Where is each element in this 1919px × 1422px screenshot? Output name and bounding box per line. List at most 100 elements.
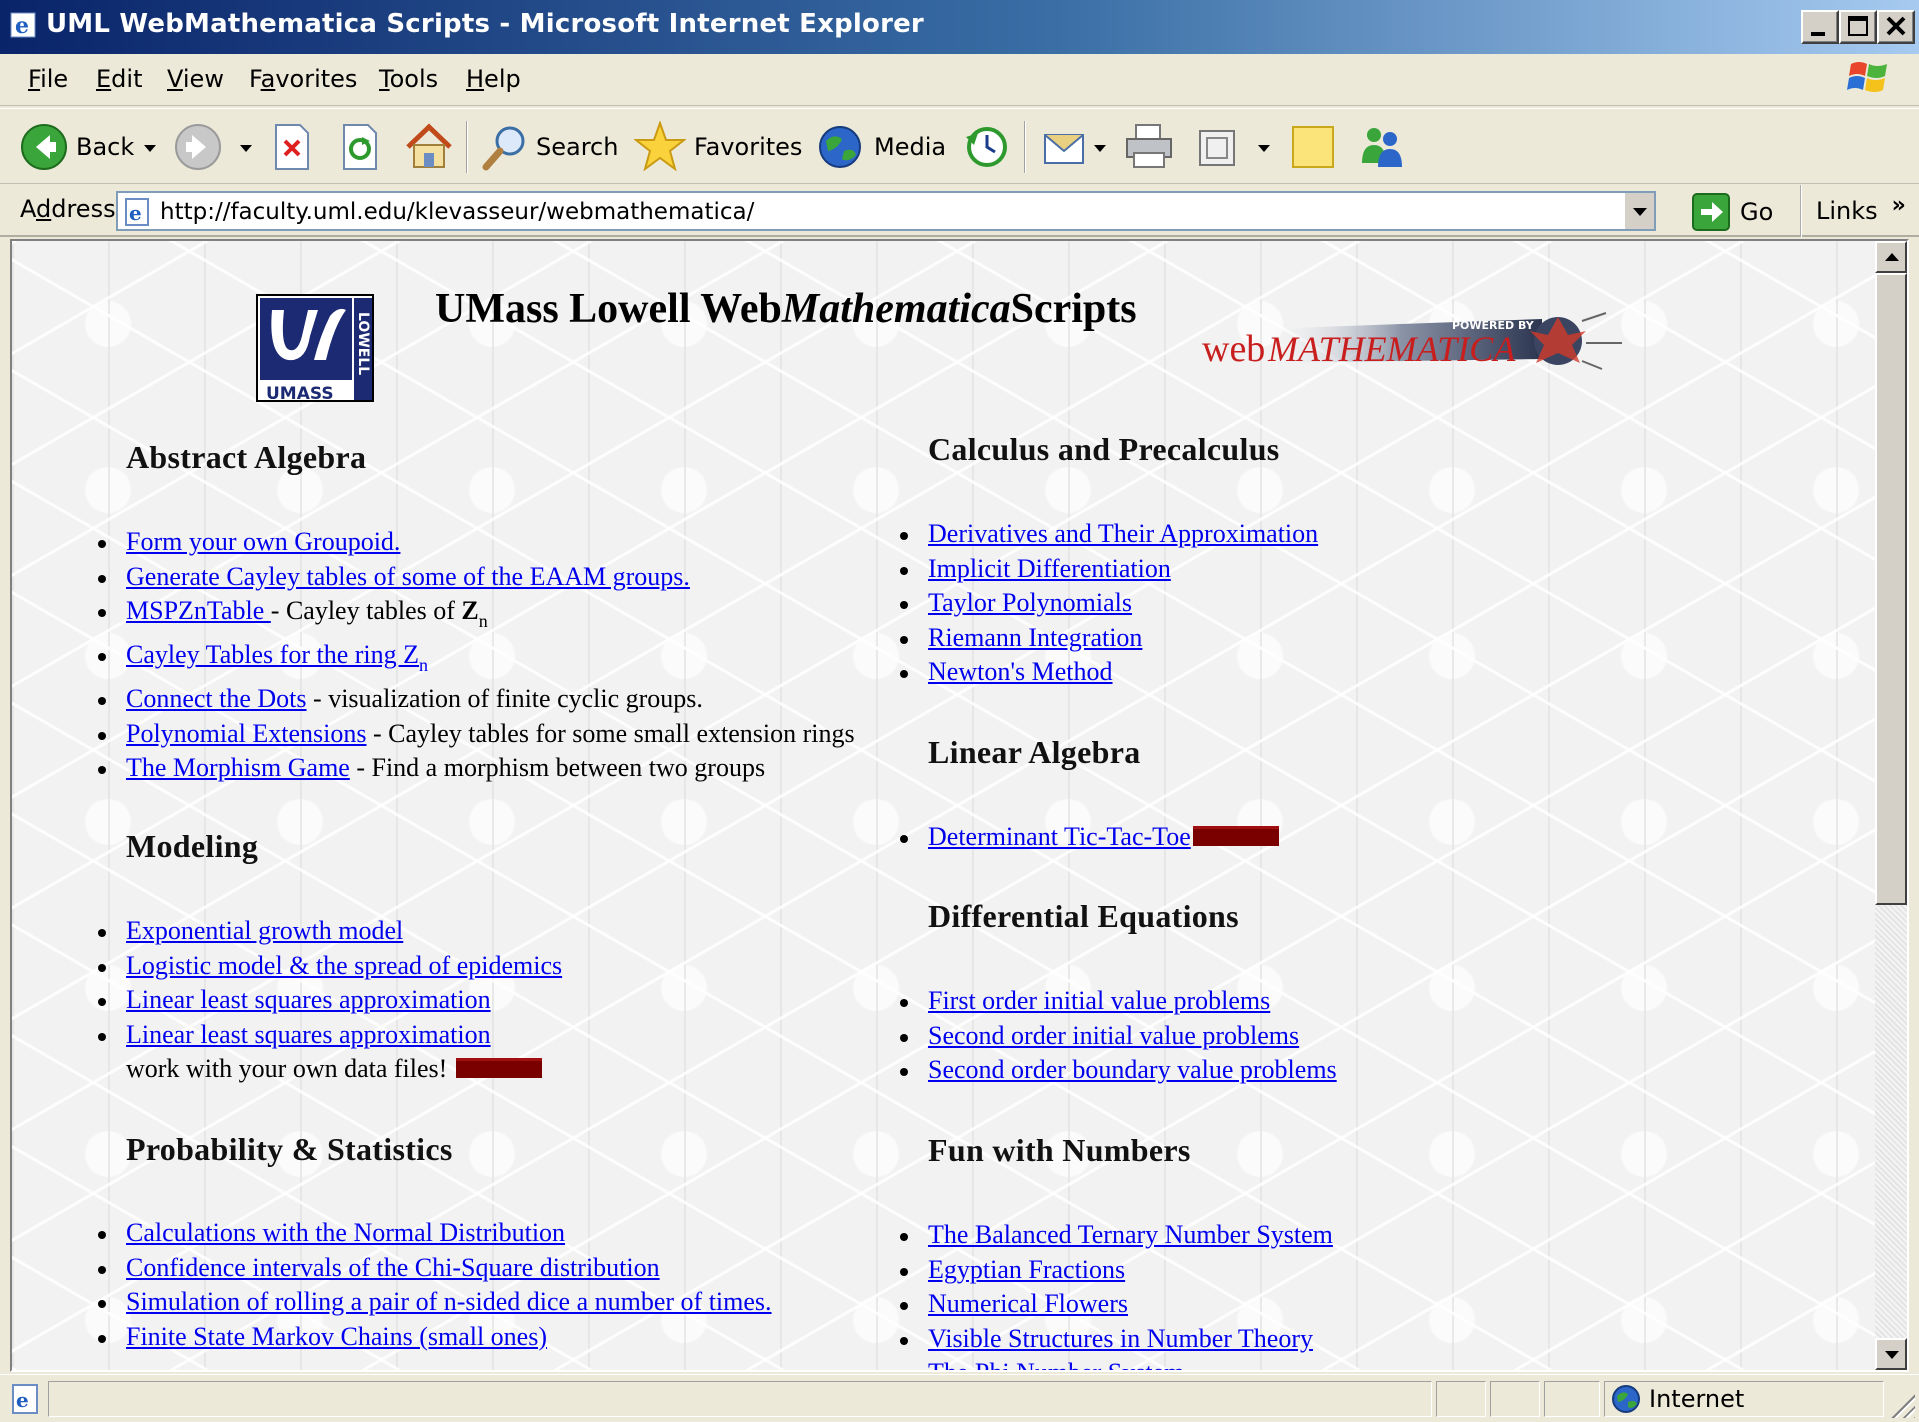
edit-button[interactable] (1196, 123, 1240, 171)
back-dropdown-icon[interactable] (144, 145, 156, 152)
link-chi-square[interactable]: Confidence intervals of the Chi-Square d… (126, 1253, 660, 1282)
link-visible-structures[interactable]: Visible Structures in Number Theory (928, 1324, 1313, 1353)
home-button[interactable] (404, 123, 454, 171)
forward-button[interactable] (174, 123, 222, 171)
menu-tools-key: T (379, 65, 390, 93)
scroll-down-icon[interactable] (1875, 1338, 1907, 1370)
menu-help[interactable]: Help (466, 65, 521, 93)
list-item: MSPZnTable - Cayley tables of Zn (98, 594, 855, 638)
link-exponential-growth[interactable]: Exponential growth model (126, 916, 403, 945)
mail-dropdown-icon[interactable] (1094, 145, 1106, 152)
back-button[interactable]: Back (20, 123, 134, 171)
link-connect-dots[interactable]: Connect the Dots (126, 684, 307, 713)
list-item: Logistic model & the spread of epidemics (97, 949, 562, 984)
menu-file-label: ile (40, 65, 69, 93)
heading-linear-algebra: Linear Algebra (928, 734, 1141, 770)
forward-dropdown-icon[interactable] (240, 145, 252, 152)
link-taylor-polynomials[interactable]: Taylor Polynomials (928, 588, 1132, 617)
stop-button[interactable] (272, 123, 312, 171)
star-icon (634, 121, 686, 172)
link-newtons-method[interactable]: Newton's Method (928, 657, 1113, 686)
forward-arrow-icon (175, 124, 221, 170)
link-morphism-game[interactable]: The Morphism Game (126, 753, 350, 782)
links-toolbar[interactable]: Links » (1800, 185, 1906, 237)
go-label: Go (1740, 198, 1774, 226)
link-groupoid[interactable]: Form your own Groupoid. (126, 527, 400, 556)
print-button[interactable] (1124, 123, 1174, 171)
title-bar[interactable]: e UML WebMathematica Scripts - Microsoft… (0, 0, 1919, 54)
scroll-thumb[interactable] (1875, 273, 1907, 905)
scroll-up-icon[interactable] (1875, 241, 1907, 273)
search-button[interactable]: Search (482, 123, 618, 171)
link-implicit-differentiation[interactable]: Implicit Differentiation (928, 554, 1171, 583)
fun-numbers-list: The Balanced Ternary Number System Egypt… (900, 1218, 1333, 1370)
heading-calculus: Calculus and Precalculus (928, 431, 1280, 467)
resize-grip-icon[interactable] (1889, 1392, 1915, 1418)
discuss-button[interactable] (1290, 123, 1336, 171)
menu-file[interactable]: File (28, 65, 68, 93)
link-normal-distribution[interactable]: Calculations with the Normal Distributio… (126, 1218, 565, 1247)
page-title-italic: Mathematica (781, 286, 1011, 332)
new-badge-icon (1192, 826, 1279, 847)
links-label: Links (1816, 197, 1878, 225)
menu-edit[interactable]: Edit (96, 65, 142, 93)
close-button[interactable] (1877, 10, 1915, 44)
list-item: Polynomial Extensions - Cayley tables fo… (98, 717, 855, 752)
list-item: The Morphism Game - Find a morphism betw… (98, 751, 855, 786)
link-balanced-ternary[interactable]: The Balanced Ternary Number System (928, 1220, 1333, 1249)
link-polynomial-extensions[interactable]: Polynomial Extensions (126, 719, 367, 748)
menu-favorites[interactable]: Favorites (249, 65, 357, 93)
media-button[interactable]: Media (816, 123, 946, 171)
address-dropdown-icon[interactable] (1624, 193, 1654, 229)
link-logistic-model[interactable]: Logistic model & the spread of epidemics (126, 951, 562, 980)
list-item: Egyptian Fractions (900, 1253, 1333, 1288)
list-item: Connect the Dots - visualization of fini… (98, 682, 855, 717)
edit-dropdown-icon[interactable] (1258, 145, 1270, 152)
toolbar-separator (1024, 121, 1026, 173)
refresh-button[interactable] (340, 123, 380, 171)
item-description: - Find a morphism between two groups (349, 753, 766, 782)
favorites-button[interactable]: Favorites (634, 121, 802, 172)
link-determinant-tic-tac-toe[interactable]: Determinant Tic-Tac-Toe (928, 822, 1191, 851)
calculus-list: Derivatives and Their Approximation Impl… (899, 517, 1318, 690)
link-markov-chains[interactable]: Finite State Markov Chains (small ones) (126, 1322, 547, 1351)
link-mspzntable[interactable]: MSPZnTable (126, 596, 271, 625)
menu-view[interactable]: View (167, 65, 224, 93)
messenger-button[interactable] (1356, 123, 1406, 171)
security-zone[interactable]: Internet (1604, 1381, 1884, 1417)
address-label-pre: A (20, 195, 36, 223)
link-numerical-flowers[interactable]: Numerical Flowers (928, 1289, 1128, 1318)
link-cayley-eaam[interactable]: Generate Cayley tables of some of the EA… (126, 562, 690, 591)
link-linear-least-squares[interactable]: Linear least squares approximation (126, 985, 491, 1014)
link-second-order-bvp[interactable]: Second order boundary value problems (928, 1055, 1337, 1084)
close-icon (1886, 16, 1906, 36)
link-riemann-integration[interactable]: Riemann Integration (928, 623, 1142, 652)
mail-icon (1044, 134, 1084, 164)
menu-file-key: F (28, 65, 41, 93)
history-button[interactable] (962, 123, 1012, 171)
links-chevron-icon[interactable]: » (1892, 193, 1906, 218)
umass-lowell-logo: LOWELL UMASS (256, 294, 374, 402)
home-icon (406, 123, 452, 168)
umass-logo-text: UMASS (266, 384, 334, 402)
link-linear-least-squares-own-data[interactable]: Linear least squares approximation (126, 1020, 491, 1049)
link-cayley-ring[interactable]: Cayley Tables for the ring Zn (126, 640, 428, 675)
maximize-button[interactable] (1839, 10, 1877, 44)
link-egyptian-fractions[interactable]: Egyptian Fractions (928, 1255, 1125, 1284)
minimize-icon (1811, 32, 1825, 36)
link-second-order-ivp[interactable]: Second order initial value problems (928, 1021, 1299, 1050)
mail-button[interactable] (1042, 123, 1088, 171)
go-button[interactable]: Go (1692, 193, 1773, 231)
menu-tools[interactable]: Tools (379, 65, 438, 93)
go-arrow-icon (1692, 193, 1730, 231)
minimize-button[interactable] (1801, 10, 1839, 44)
link-phi-number-system[interactable]: The Phi Number System (928, 1358, 1184, 1370)
link-dice-simulation[interactable]: Simulation of rolling a pair of n-sided … (126, 1287, 772, 1316)
menu-bar: File Edit View Favorites Tools Help (0, 54, 1919, 106)
address-url[interactable]: http://faculty.uml.edu/klevasseur/webmat… (160, 199, 754, 225)
address-input[interactable]: e http://faculty.uml.edu/klevasseur/webm… (116, 191, 1656, 231)
link-derivatives[interactable]: Derivatives and Their Approximation (928, 519, 1318, 548)
link-first-order-ivp[interactable]: First order initial value problems (928, 986, 1270, 1015)
vertical-scrollbar[interactable] (1875, 241, 1907, 1370)
list-item: Derivatives and Their Approximation (899, 517, 1318, 552)
